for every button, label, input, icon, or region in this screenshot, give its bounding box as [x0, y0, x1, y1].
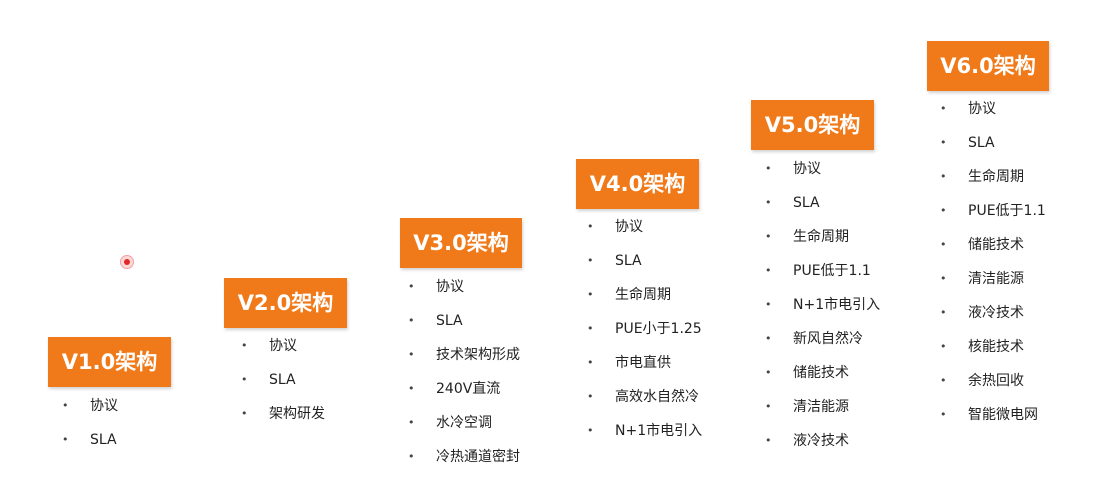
list-item: 智能微电网 [940, 401, 1046, 435]
stage-v6-title: V6.0架构 [927, 41, 1049, 91]
list-item: SLA [587, 247, 702, 281]
stage-v2-title: V2.0架构 [224, 278, 347, 328]
list-item: 储能技术 [765, 359, 880, 393]
stage-v3-title: V3.0架构 [400, 218, 522, 268]
list-item: 新风自然冷 [765, 325, 880, 359]
list-item: SLA [408, 307, 520, 341]
list-item: 水冷空调 [408, 409, 520, 443]
list-item: 清洁能源 [765, 393, 880, 427]
list-item: 液冷技术 [765, 427, 880, 461]
stage-v5-list: 协议 SLA 生命周期 PUE低于1.1 N+1市电引入 新风自然冷 储能技术 … [765, 155, 880, 461]
list-item: 市电直供 [587, 349, 702, 383]
list-item: 生命周期 [587, 281, 702, 315]
list-item: 协议 [765, 155, 880, 189]
red-dot-cursor-icon [120, 255, 134, 269]
list-item: PUE小于1.25 [587, 315, 702, 349]
stage-v4-list: 协议 SLA 生命周期 PUE小于1.25 市电直供 高效水自然冷 N+1市电引… [587, 213, 702, 451]
stage-v1-title: V1.0架构 [48, 337, 171, 387]
list-item: 技术架构形成 [408, 341, 520, 375]
list-item: 生命周期 [940, 163, 1046, 197]
list-item: 生命周期 [765, 223, 880, 257]
stage-v4-title: V4.0架构 [576, 159, 699, 209]
stage-v6-list: 协议 SLA 生命周期 PUE低于1.1 储能技术 清洁能源 液冷技术 核能技术… [940, 95, 1046, 435]
list-item: 高效水自然冷 [587, 383, 702, 417]
list-item: 240V直流 [408, 375, 520, 409]
list-item: PUE低于1.1 [940, 197, 1046, 231]
stage-v1-list: 协议 SLA [62, 392, 118, 460]
stage-v2-list: 协议 SLA 架构研发 [241, 332, 325, 434]
list-item: 协议 [940, 95, 1046, 129]
list-item: SLA [940, 129, 1046, 163]
list-item: N+1市电引入 [765, 291, 880, 325]
list-item: 协议 [62, 392, 118, 426]
stage-v3-list: 协议 SLA 技术架构形成 240V直流 水冷空调 冷热通道密封 [408, 273, 520, 477]
list-item: 协议 [587, 213, 702, 247]
list-item: 清洁能源 [940, 265, 1046, 299]
list-item: SLA [765, 189, 880, 223]
list-item: 冷热通道密封 [408, 443, 520, 477]
list-item: N+1市电引入 [587, 417, 702, 451]
list-item: 液冷技术 [940, 299, 1046, 333]
list-item: 协议 [408, 273, 520, 307]
list-item: 核能技术 [940, 333, 1046, 367]
list-item: SLA [241, 366, 325, 400]
list-item: SLA [62, 426, 118, 460]
list-item: PUE低于1.1 [765, 257, 880, 291]
list-item: 协议 [241, 332, 325, 366]
list-item: 储能技术 [940, 231, 1046, 265]
list-item: 架构研发 [241, 400, 325, 434]
list-item: 余热回收 [940, 367, 1046, 401]
stage-v5-title: V5.0架构 [751, 100, 874, 150]
